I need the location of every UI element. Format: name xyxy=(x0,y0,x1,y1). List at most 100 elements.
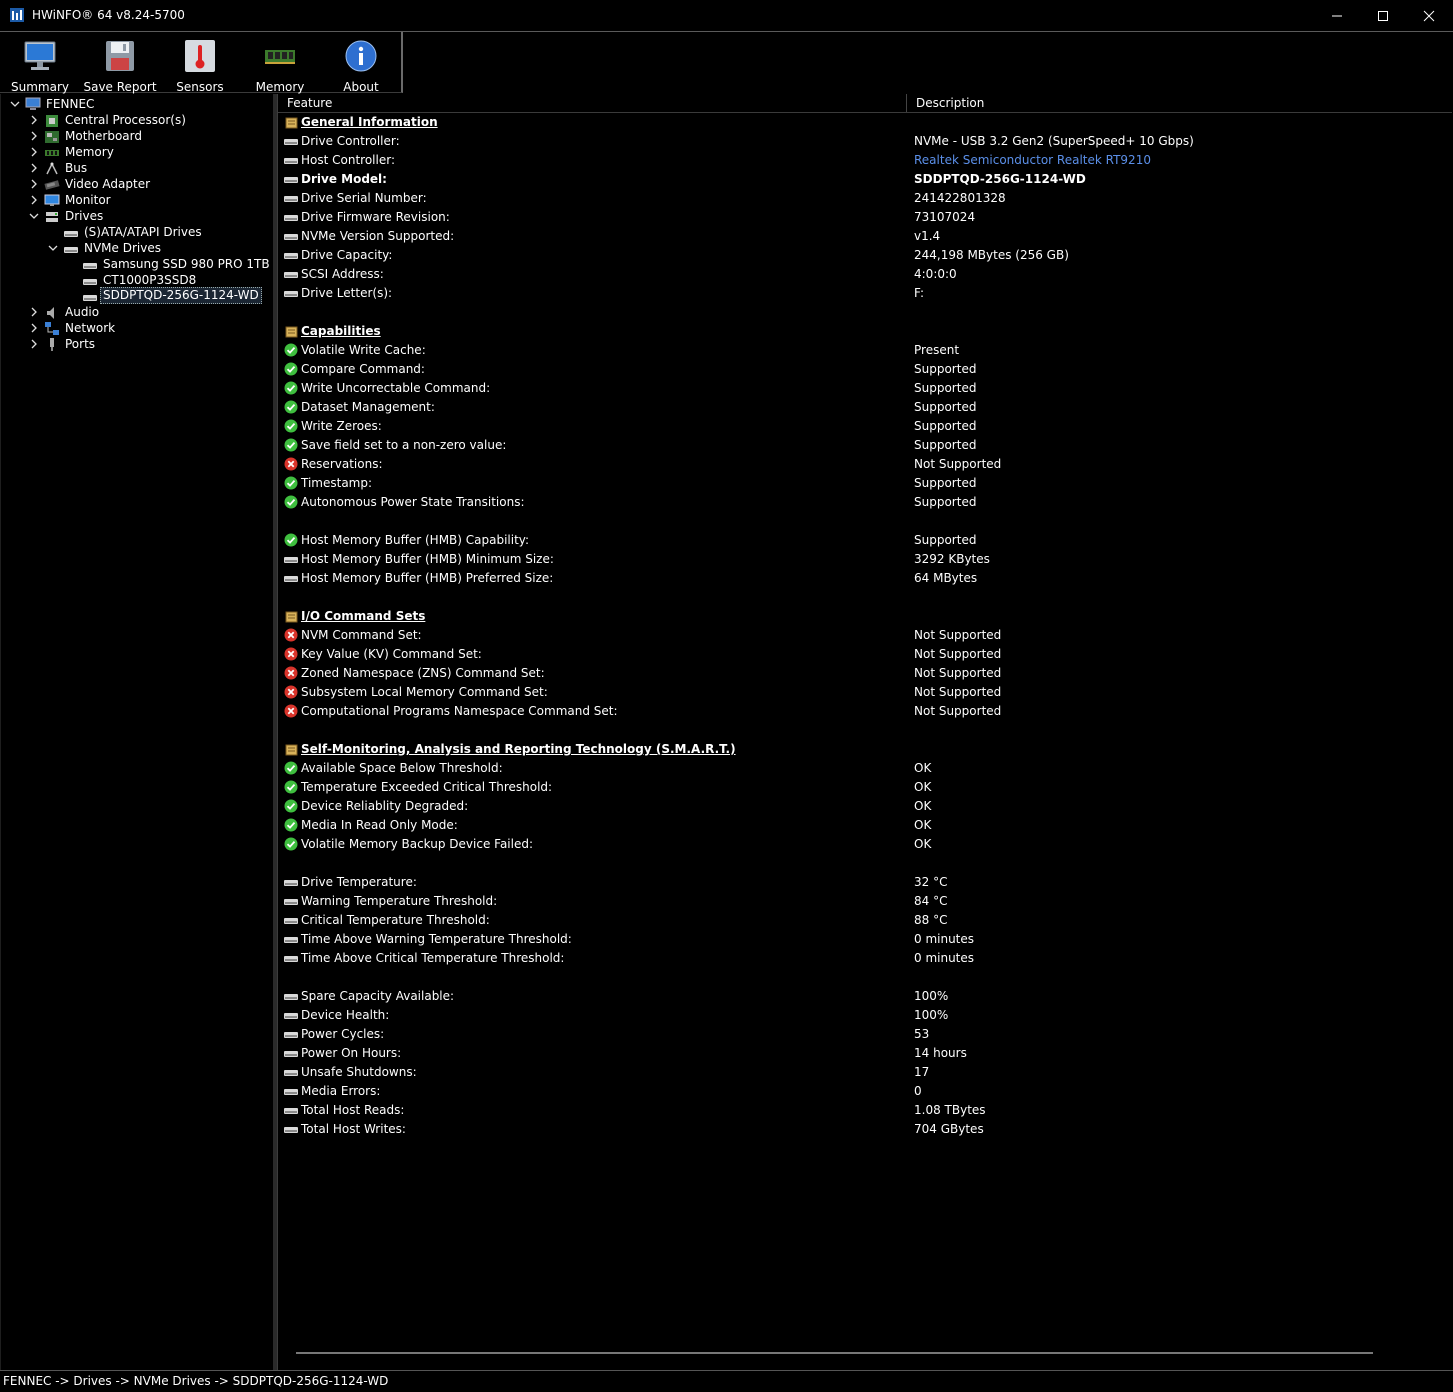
detail-row[interactable]: Spare Capacity Available: 100% xyxy=(278,987,1452,1006)
detail-row[interactable]: Critical Temperature Threshold: 88 °C xyxy=(278,911,1452,930)
tree-item-audio[interactable]: Audio xyxy=(1,304,273,320)
about-button[interactable]: About xyxy=(323,38,399,94)
detail-row[interactable]: Compare Command: Supported xyxy=(278,360,1452,379)
detail-row[interactable]: Device Health: 100% xyxy=(278,1006,1452,1025)
chevron-right-icon[interactable] xyxy=(28,192,40,208)
feature-column-header[interactable]: Feature xyxy=(287,96,332,110)
chevron-right-icon[interactable] xyxy=(28,112,40,128)
detail-row[interactable]: Drive Controller: NVMe - USB 3.2 Gen2 (Su… xyxy=(278,132,1452,151)
maximize-button[interactable] xyxy=(1360,0,1406,31)
tree-item-network[interactable]: Network xyxy=(1,320,273,336)
detail-row[interactable]: Write Uncorrectable Command: Supported xyxy=(278,379,1452,398)
chevron-down-icon[interactable] xyxy=(9,96,21,112)
detail-row[interactable]: Drive Temperature: 32 °C xyxy=(278,873,1452,892)
cross-icon xyxy=(284,666,298,680)
detail-row[interactable]: Host Memory Buffer (HMB) Capability: Supp… xyxy=(278,531,1452,550)
detail-list[interactable]: Feature Description General Information D… xyxy=(277,94,1452,1370)
sensors-button[interactable]: Sensors xyxy=(162,38,238,94)
tree-item-samsung-ssd-980-pro-1tb[interactable]: Samsung SSD 980 PRO 1TB xyxy=(1,256,273,272)
chevron-right-icon[interactable] xyxy=(28,336,40,352)
description-cell: Not Supported xyxy=(914,628,1002,642)
detail-row[interactable]: Unsafe Shutdowns: 17 xyxy=(278,1063,1452,1082)
minimize-button[interactable] xyxy=(1314,0,1360,31)
detail-row[interactable]: Volatile Memory Backup Device Failed: OK xyxy=(278,835,1452,854)
chevron-down-icon[interactable] xyxy=(28,208,40,224)
tree-item-monitor[interactable]: Monitor xyxy=(1,192,273,208)
detail-row[interactable]: Temperature Exceeded Critical Threshold:… xyxy=(278,778,1452,797)
close-button[interactable] xyxy=(1406,0,1452,31)
detail-row[interactable]: Write Zeroes: Supported xyxy=(278,417,1452,436)
section-header-row[interactable]: Capabilities xyxy=(278,322,1452,341)
detail-row[interactable]: Time Above Warning Temperature Threshold… xyxy=(278,930,1452,949)
chevron-right-icon[interactable] xyxy=(28,144,40,160)
horizontal-scrollbar[interactable] xyxy=(296,1352,1373,1354)
detail-row[interactable]: Zoned Namespace (ZNS) Command Set: Not Su… xyxy=(278,664,1452,683)
tree-item-ports[interactable]: Ports xyxy=(1,336,273,352)
tree-item-motherboard[interactable]: Motherboard xyxy=(1,128,273,144)
save-report-button[interactable]: Save Report xyxy=(82,38,158,94)
description-cell: 0 xyxy=(914,1084,922,1098)
tree-item-drives[interactable]: Drives xyxy=(1,208,273,224)
tree-item-bus[interactable]: Bus xyxy=(1,160,273,176)
detail-row[interactable]: Key Value (KV) Command Set: Not Supported xyxy=(278,645,1452,664)
detail-row[interactable]: Media In Read Only Mode: OK xyxy=(278,816,1452,835)
detail-row[interactable]: NVMe Version Supported: v1.4 xyxy=(278,227,1452,246)
detail-row[interactable]: Total Host Reads: 1.08 TBytes xyxy=(278,1101,1452,1120)
chevron-right-icon[interactable] xyxy=(28,128,40,144)
tree-item-label: Bus xyxy=(65,161,88,175)
detail-row[interactable]: Power Cycles: 53 xyxy=(278,1025,1452,1044)
drive-icon xyxy=(83,263,97,269)
section-header-row[interactable]: General Information xyxy=(278,113,1452,132)
chevron-down-icon[interactable] xyxy=(47,240,59,256)
detail-row[interactable]: Subsystem Local Memory Command Set: Not S… xyxy=(278,683,1452,702)
tree-item-s-ata-atapi-drives[interactable]: (S)ATA/ATAPI Drives xyxy=(1,224,273,240)
detail-row[interactable]: Drive Model: SDDPTQD-256G-1124-WD xyxy=(278,170,1452,189)
summary-button[interactable]: Summary xyxy=(2,38,78,94)
detail-row[interactable]: Host Controller: Realtek Semiconductor Re… xyxy=(278,151,1452,170)
detail-row[interactable]: Drive Letter(s): F: xyxy=(278,284,1452,303)
detail-row[interactable]: Save field set to a non-zero value: Suppo… xyxy=(278,436,1452,455)
tree-item-memory[interactable]: Memory xyxy=(1,144,273,160)
detail-row[interactable]: Power On Hours: 14 hours xyxy=(278,1044,1452,1063)
tree-item-central-processor-s[interactable]: Central Processor(s) xyxy=(1,112,273,128)
description-column-header[interactable]: Description xyxy=(916,96,984,110)
tree-item-ct1000p3ssd8[interactable]: CT1000P3SSD8 xyxy=(1,272,273,288)
detail-row[interactable]: Total Host Writes: 704 GBytes xyxy=(278,1120,1452,1139)
chevron-right-icon[interactable] xyxy=(28,176,40,192)
detail-row[interactable]: Media Errors: 0 xyxy=(278,1082,1452,1101)
detail-row[interactable]: SCSI Address: 4:0:0:0 xyxy=(278,265,1452,284)
section-header-row[interactable]: I/O Command Sets xyxy=(278,607,1452,626)
detail-row[interactable]: Host Memory Buffer (HMB) Minimum Size: 32… xyxy=(278,550,1452,569)
tree-item-sddptqd-256g-1124-wd[interactable]: SDDPTQD-256G-1124-WD xyxy=(1,287,273,304)
detail-row[interactable]: Host Memory Buffer (HMB) Preferred Size:… xyxy=(278,569,1452,588)
section-header-row[interactable]: Self-Monitoring, Analysis and Reporting … xyxy=(278,740,1452,759)
detail-row[interactable]: Drive Capacity: 244,198 MBytes (256 GB) xyxy=(278,246,1452,265)
detail-row[interactable]: Time Above Critical Temperature Threshol… xyxy=(278,949,1452,968)
chevron-right-icon[interactable] xyxy=(28,304,40,320)
chevron-right-icon[interactable] xyxy=(28,160,40,176)
detail-row[interactable]: Drive Firmware Revision: 73107024 xyxy=(278,208,1452,227)
detail-row[interactable]: Autonomous Power State Transitions: Suppo… xyxy=(278,493,1452,512)
window-title: HWiNFO® 64 v8.24-5700 xyxy=(32,8,185,22)
tree-item-video-adapter[interactable]: Video Adapter xyxy=(1,176,273,192)
device-tree[interactable]: FENNEC Central Processor(s) Motherboard Mem… xyxy=(0,94,274,1370)
description-cell: OK xyxy=(914,761,932,775)
detail-row[interactable]: Timestamp: Supported xyxy=(278,474,1452,493)
detail-row[interactable]: Available Space Below Threshold: OK xyxy=(278,759,1452,778)
chevron-right-icon[interactable] xyxy=(28,320,40,336)
detail-row[interactable]: Device Reliablity Degraded: OK xyxy=(278,797,1452,816)
memory-button[interactable]: Memory xyxy=(242,38,318,94)
detail-row[interactable]: Reservations: Not Supported xyxy=(278,455,1452,474)
detail-row[interactable]: Drive Serial Number: 241422801328 xyxy=(278,189,1452,208)
detail-row[interactable]: Dataset Management: Supported xyxy=(278,398,1452,417)
detail-row[interactable]: Volatile Write Cache: Present xyxy=(278,341,1452,360)
tree-item-fennec[interactable]: FENNEC xyxy=(1,96,273,112)
column-separator[interactable] xyxy=(906,94,907,112)
tree-item-nvme-drives[interactable]: NVMe Drives xyxy=(1,240,273,256)
detail-row[interactable]: NVM Command Set: Not Supported xyxy=(278,626,1452,645)
description-link[interactable]: Realtek Semiconductor Realtek RT9210 xyxy=(914,151,1151,170)
detail-row[interactable]: Computational Programs Namespace Command… xyxy=(278,702,1452,721)
detail-row[interactable]: Warning Temperature Threshold: 84 °C xyxy=(278,892,1452,911)
feature-cell: Volatile Memory Backup Device Failed: xyxy=(301,837,534,851)
drive-icon xyxy=(284,1108,298,1114)
